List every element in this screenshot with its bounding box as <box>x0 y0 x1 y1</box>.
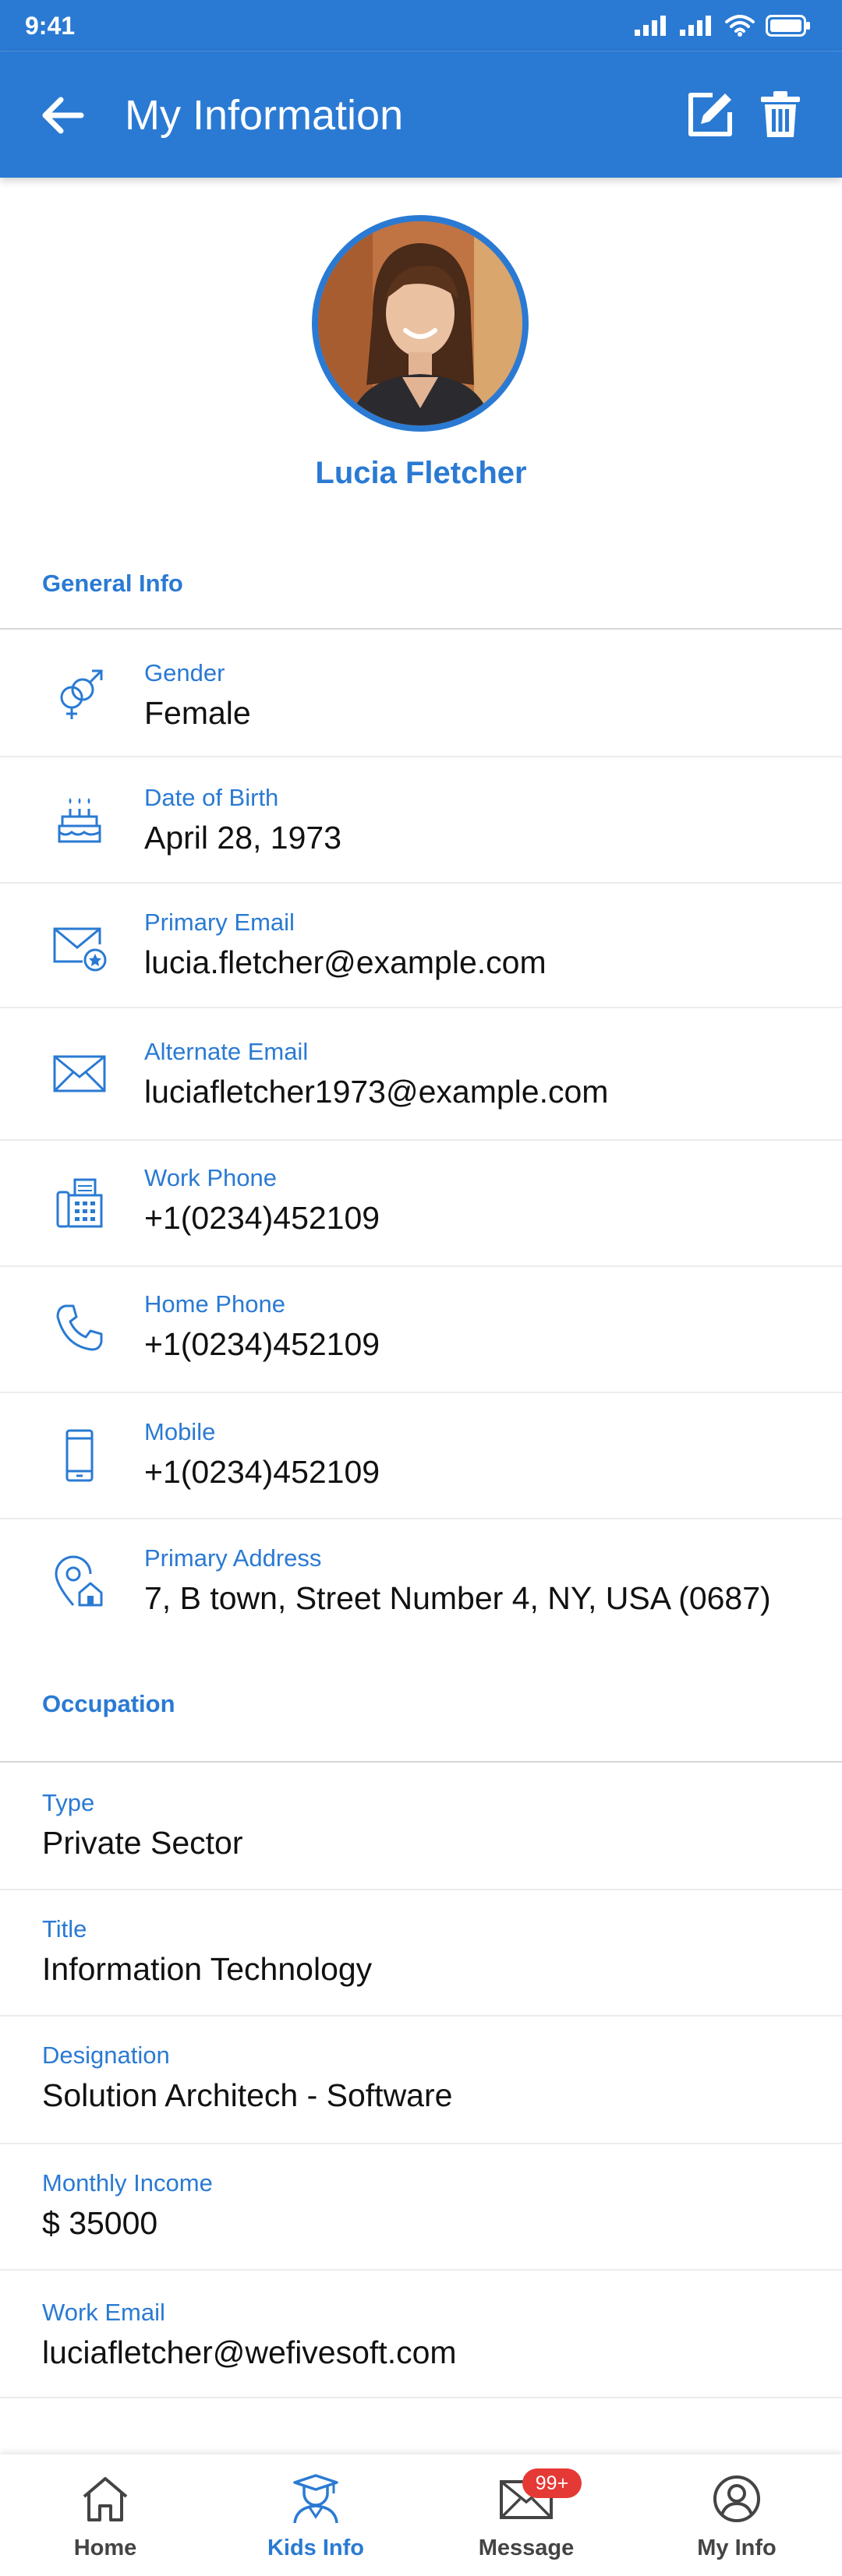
bottom-nav: Home Kids Info Message My Info <box>0 2454 842 2576</box>
message-badge: 99+ <box>522 2468 582 2498</box>
alternate-email-value: luciafletcher1973@example.com <box>144 1074 609 1110</box>
gender-label: Gender <box>144 659 225 686</box>
gender-row[interactable]: Gender Female <box>0 630 842 756</box>
status-bar: 9:41 <box>0 0 842 51</box>
nav-kids-info-label: Kids Info <box>267 2535 365 2560</box>
status-time: 9:41 <box>25 11 76 40</box>
primary-address-value: 7, B town, Street Number 4, NY, USA (068… <box>144 1580 771 1616</box>
work-phone-row[interactable]: Work Phone +1(0234)452109 <box>0 1141 842 1265</box>
back-button[interactable] <box>37 90 87 140</box>
occupation-heading: Occupation <box>42 1690 175 1717</box>
status-icons <box>635 15 811 37</box>
primary-email-row[interactable]: Primary Email lucia.fletcher@example.com <box>0 884 842 1007</box>
profile-name: Lucia Fletcher <box>315 456 527 490</box>
delete-button[interactable] <box>753 87 808 142</box>
work-email-row[interactable]: Work Email luciafletcher@wefivesoft.com <box>0 2271 842 2397</box>
general-info-heading: General Info <box>42 570 183 597</box>
designation-value: Solution Architech - Software <box>42 2077 453 2113</box>
work-phone-value: +1(0234)452109 <box>144 1200 380 1236</box>
mobile-icon <box>51 1427 108 1484</box>
graduate-icon <box>288 2472 343 2526</box>
signal-icon-2 <box>680 16 711 36</box>
app-bar: My Information <box>0 51 842 178</box>
user-circle-icon <box>709 2472 764 2526</box>
profile-photo <box>318 221 522 425</box>
trash-icon <box>761 91 800 137</box>
nav-message-label: Message <box>478 2535 575 2560</box>
nav-home[interactable]: Home <box>0 2454 210 2576</box>
gender-value: Female <box>144 695 251 731</box>
gender-icon <box>51 665 108 721</box>
work-email-label: Work Email <box>42 2299 165 2326</box>
primary-email-label: Primary Email <box>144 909 295 936</box>
primary-address-row[interactable]: Primary Address 7, B town, Street Number… <box>0 1519 842 1644</box>
arrow-left-icon <box>42 97 84 134</box>
work-email-value: luciafletcher@wefivesoft.com <box>42 2334 457 2370</box>
birthday-cake-icon <box>51 792 108 848</box>
page-title: My Information <box>125 92 404 139</box>
signal-icon <box>635 16 666 36</box>
monthly-income-value: $ 35000 <box>42 2205 158 2241</box>
date-of-birth-label: Date of Birth <box>144 784 279 811</box>
phone-icon <box>51 1300 108 1356</box>
date-of-birth-row[interactable]: Date of Birth April 28, 1973 <box>0 757 842 882</box>
edit-icon <box>688 93 732 136</box>
home-icon <box>78 2472 133 2526</box>
home-phone-value: +1(0234)452109 <box>144 1326 380 1362</box>
home-location-icon <box>51 1554 108 1610</box>
edit-button[interactable] <box>683 87 738 142</box>
office-phone-icon <box>51 1175 108 1231</box>
work-phone-label: Work Phone <box>144 1164 278 1191</box>
nav-kids-info[interactable]: Kids Info <box>210 2454 421 2576</box>
alternate-email-row[interactable]: Alternate Email luciafletcher1973@exampl… <box>0 1008 842 1139</box>
email-icon <box>51 1046 108 1102</box>
occupation-title-row[interactable]: Title Information Technology <box>0 1890 842 2015</box>
nav-my-info[interactable]: My Info <box>632 2454 842 2576</box>
alternate-email-label: Alternate Email <box>144 1038 309 1065</box>
occupation-type-label: Type <box>42 1789 95 1816</box>
wifi-icon <box>725 15 755 37</box>
mobile-label: Mobile <box>144 1418 216 1445</box>
primary-address-label: Primary Address <box>144 1544 322 1572</box>
monthly-income-row[interactable]: Monthly Income $ 35000 <box>0 2144 842 2269</box>
nav-home-label: Home <box>73 2535 137 2560</box>
designation-label: Designation <box>42 2041 170 2069</box>
primary-email-value: lucia.fletcher@example.com <box>144 944 547 980</box>
email-star-icon <box>51 918 108 974</box>
mobile-value: +1(0234)452109 <box>144 1454 380 1490</box>
occupation-type-value: Private Sector <box>42 1825 243 1861</box>
nav-my-info-label: My Info <box>697 2535 777 2560</box>
battery-icon <box>766 15 810 37</box>
avatar[interactable] <box>312 215 529 432</box>
row-divider <box>0 2397 842 2398</box>
date-of-birth-value: April 28, 1973 <box>144 820 342 856</box>
occupation-title-label: Title <box>42 1915 87 1943</box>
designation-row[interactable]: Designation Solution Architech - Softwar… <box>0 2017 842 2143</box>
mobile-row[interactable]: Mobile +1(0234)452109 <box>0 1393 842 1518</box>
home-phone-row[interactable]: Home Phone +1(0234)452109 <box>0 1267 842 1392</box>
occupation-type-row[interactable]: Type Private Sector <box>0 1763 842 1889</box>
home-phone-label: Home Phone <box>144 1290 285 1318</box>
occupation-title-value: Information Technology <box>42 1951 373 1987</box>
monthly-income-label: Monthly Income <box>42 2169 213 2197</box>
